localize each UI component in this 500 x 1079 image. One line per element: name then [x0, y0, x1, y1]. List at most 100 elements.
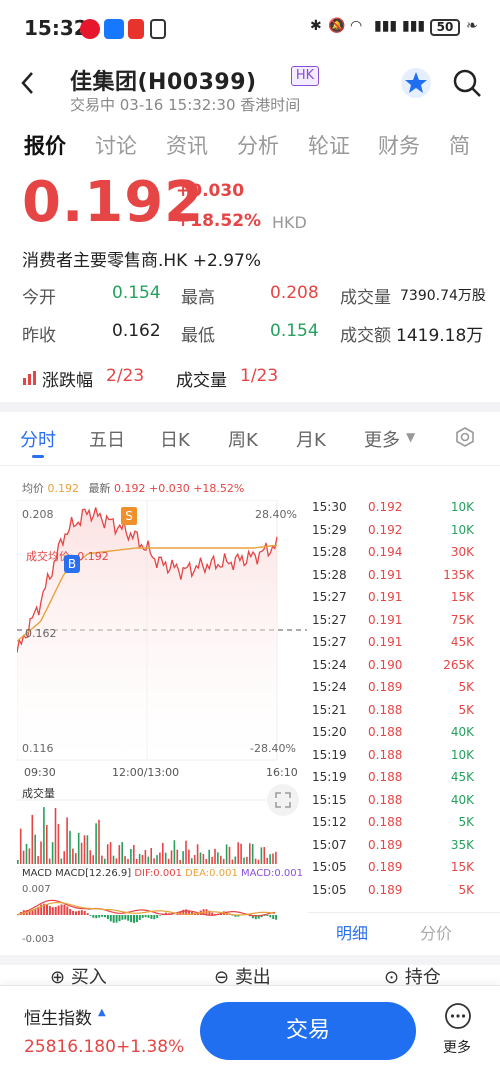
trade-price: 0.190 — [368, 657, 403, 672]
volume-bar — [188, 849, 190, 864]
volume-bar — [130, 848, 132, 864]
trade-price: 0.188 — [368, 815, 403, 829]
trade-volume: 265K — [443, 657, 474, 672]
macd-bar — [31, 910, 34, 915]
volume-bar — [135, 859, 138, 864]
tab-price-split[interactable]: 分价 — [420, 920, 452, 944]
macd-bar — [147, 915, 150, 918]
index-value: 25816.180 — [24, 1037, 116, 1057]
chart-tab-more[interactable]: 更多 — [364, 426, 400, 452]
caret-up-icon: ▲ — [98, 1007, 106, 1018]
volume-bar — [179, 860, 181, 864]
volume-bar — [257, 859, 260, 864]
volume-bar — [185, 840, 187, 864]
more-label[interactable]: 更多 — [443, 1037, 471, 1057]
dif-value: DIF:0.001 — [134, 868, 182, 879]
trade-price: 0.188 — [368, 747, 403, 762]
trading-status: 交易中 03-16 15:32:30 香港时间 — [70, 96, 301, 114]
sector-link[interactable]: 消费者主要零售商.HK +2.97% — [22, 246, 261, 271]
signal-icon: ▮▮▮ — [374, 18, 398, 34]
volume-bar — [153, 858, 155, 864]
trade-volume: 45K — [450, 635, 474, 649]
volume-bar — [63, 851, 65, 864]
macd-bar — [34, 909, 37, 915]
macd-bar — [135, 915, 138, 922]
macd-bars — [19, 903, 278, 923]
macd-bar — [104, 915, 106, 918]
favorite-star-icon[interactable] — [400, 67, 432, 99]
trade-volume: 10K — [450, 747, 474, 762]
macd-bar — [144, 915, 147, 918]
trade-time: 15:24 — [312, 680, 347, 694]
trade-volume: 75K — [450, 612, 474, 627]
macd-bar — [275, 915, 278, 920]
buy-marker[interactable]: B — [64, 555, 80, 573]
volume-bar — [66, 817, 68, 864]
chart-tab-monthly[interactable]: 月K — [296, 426, 326, 452]
rank-volume-label[interactable]: 成交量 — [176, 366, 227, 391]
volume-bar — [211, 856, 213, 864]
volume-bar — [196, 844, 199, 864]
chart-settings-icon[interactable] — [454, 426, 476, 448]
index-change: +1.38% — [116, 1037, 185, 1057]
tab-warrants[interactable]: 轮证 — [308, 130, 350, 160]
bluetooth-icon: ✱ — [310, 18, 322, 34]
volume-bar — [147, 856, 150, 864]
trade-row: 15:21 0.188 5K — [310, 703, 480, 725]
index-name[interactable]: 恒生指数 — [24, 1004, 92, 1029]
leaf-icon: ❧ — [466, 18, 478, 34]
sell-marker[interactable]: S — [121, 507, 137, 525]
volume-bar — [263, 847, 266, 864]
expand-icon[interactable] — [266, 783, 300, 817]
volume-bar — [31, 814, 34, 864]
tab-profile[interactable]: 简 — [449, 130, 470, 160]
volume-bars — [17, 807, 277, 864]
tab-news[interactable]: 资讯 — [166, 130, 208, 160]
more-icon[interactable] — [444, 1002, 472, 1030]
prev-close-value: 0.162 — [112, 321, 161, 341]
macd-bar — [86, 913, 89, 915]
chart-info: 均价 0.192 最新 0.192 +0.030 +18.52% — [22, 480, 244, 496]
chart-tab-5day[interactable]: 五日 — [89, 426, 125, 452]
trade-price: 0.192 — [368, 522, 403, 537]
trade-row: 15:27 0.191 15K — [310, 590, 480, 612]
tab-quote[interactable]: 报价 — [24, 130, 66, 160]
chart-tab-weekly[interactable]: 周K — [228, 426, 258, 452]
search-icon[interactable] — [452, 68, 482, 98]
volume-bar — [237, 842, 239, 864]
trade-volume: 5K — [458, 882, 474, 897]
macd-bar — [60, 904, 63, 915]
volume-bar — [260, 847, 263, 864]
market-badge: HK — [291, 66, 319, 86]
macd-bar — [272, 915, 275, 919]
volume-bar — [202, 854, 205, 864]
low-label: 最低 — [181, 326, 215, 346]
rank-change-label[interactable]: 涨跌幅 — [42, 366, 93, 391]
volume-bar — [22, 850, 25, 864]
macd-bar — [115, 915, 118, 923]
volume-bar — [269, 854, 271, 864]
volume-bar — [43, 807, 45, 864]
volume-bar — [77, 832, 80, 864]
volume-bar — [240, 843, 242, 864]
trade-row: 15:19 0.188 45K — [310, 770, 480, 792]
tab-finance[interactable]: 财务 — [378, 130, 420, 160]
rank-volume-value: 1/23 — [240, 366, 279, 386]
battery-icon: 50 — [430, 19, 460, 36]
tab-discuss[interactable]: 讨论 — [95, 130, 137, 160]
chart-tab-daily[interactable]: 日K — [160, 426, 190, 452]
trade-time: 15:19 — [312, 770, 347, 784]
back-icon[interactable] — [18, 70, 38, 96]
section-divider — [0, 402, 500, 412]
tab-detail[interactable]: 明细 — [336, 920, 368, 944]
trade-price: 0.191 — [368, 635, 403, 649]
volume-bar — [92, 855, 94, 864]
bar-rank-icon — [23, 371, 36, 385]
chart-tab-intraday[interactable]: 分时 — [20, 426, 56, 452]
tab-analysis[interactable]: 分析 — [237, 130, 279, 160]
pct-axis-bottom: -28.40% — [250, 742, 296, 755]
volume-bar — [220, 855, 222, 864]
macd-bar — [98, 915, 101, 918]
trade-button[interactable]: 交易 — [200, 1002, 416, 1060]
low-value: 0.154 — [270, 321, 319, 341]
